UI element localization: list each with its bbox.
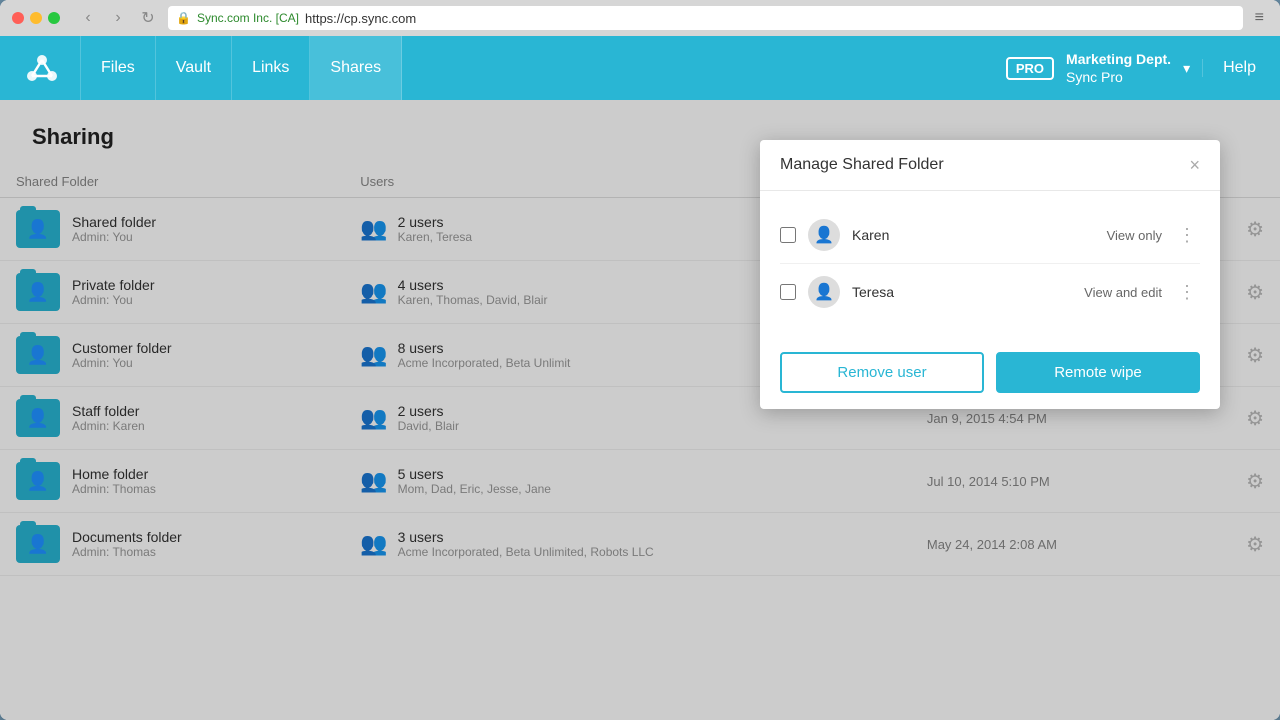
browser-nav: ‹ › ↻ (76, 6, 160, 30)
pro-badge: PRO (1006, 57, 1054, 80)
nav-files[interactable]: Files (80, 36, 156, 100)
app-header: Files Vault Links Shares PRO Marketing D… (0, 36, 1280, 100)
user-more-button-0[interactable]: ⋮ (1174, 225, 1200, 246)
folder-person-icon: 👤 (27, 408, 49, 429)
folder-person-icon: 👤 (27, 534, 49, 555)
manage-folder-modal: Manage Shared Folder × 👤 Karen View only… (760, 140, 1220, 409)
maximize-button[interactable] (48, 12, 60, 24)
modal-overlay: Manage Shared Folder × 👤 Karen View only… (0, 100, 1280, 720)
main-content: Sharing Shared Folder Users 👤 (0, 100, 1280, 720)
modal-title: Manage Shared Folder (780, 156, 944, 174)
user-permission-0: View only (1107, 228, 1162, 243)
back-button[interactable]: ‹ (76, 6, 100, 30)
modal-user-row: 👤 Karen View only ⋮ (780, 207, 1200, 264)
folder-person-icon: 👤 (27, 471, 49, 492)
modal-header: Manage Shared Folder × (760, 140, 1220, 191)
user-checkbox-0[interactable] (780, 227, 796, 243)
browser-window: ‹ › ↻ 🔒 Sync.com Inc. [CA] https://cp.sy… (0, 0, 1280, 720)
user-avatar-1: 👤 (808, 276, 840, 308)
ssl-icon: 🔒 (176, 11, 191, 25)
forward-button[interactable]: › (106, 6, 130, 30)
minimize-button[interactable] (30, 12, 42, 24)
close-button[interactable] (12, 12, 24, 24)
modal-body: 👤 Karen View only ⋮ 👤 Teresa View and ed… (760, 191, 1220, 336)
modal-user-row: 👤 Teresa View and edit ⋮ (780, 264, 1200, 320)
help-link[interactable]: Help (1202, 59, 1256, 77)
address-url: https://cp.sync.com (305, 11, 416, 26)
folder-person-icon: 👤 (27, 345, 49, 366)
account-chevron-icon[interactable]: ▾ (1183, 60, 1190, 77)
nav-vault[interactable]: Vault (156, 36, 232, 100)
browser-menu-button[interactable]: ≡ (1251, 9, 1268, 27)
reload-button[interactable]: ↻ (136, 6, 160, 30)
user-more-button-1[interactable]: ⋮ (1174, 282, 1200, 303)
logo (24, 50, 60, 86)
address-bar[interactable]: 🔒 Sync.com Inc. [CA] https://cp.sync.com (168, 6, 1243, 30)
user-name-0: Karen (852, 227, 1095, 243)
main-nav: Files Vault Links Shares (80, 36, 1006, 100)
folder-person-icon: 👤 (27, 219, 49, 240)
nav-shares[interactable]: Shares (310, 36, 402, 100)
remote-wipe-button[interactable]: Remote wipe (996, 352, 1200, 393)
browser-titlebar: ‹ › ↻ 🔒 Sync.com Inc. [CA] https://cp.sy… (0, 0, 1280, 36)
header-right: PRO Marketing Dept. Sync Pro ▾ Help (1006, 50, 1256, 86)
traffic-lights (12, 12, 60, 24)
logo-icon (24, 50, 60, 86)
account-info: Marketing Dept. Sync Pro (1066, 50, 1171, 86)
remove-user-button[interactable]: Remove user (780, 352, 984, 393)
user-name-1: Teresa (852, 284, 1072, 300)
modal-close-button[interactable]: × (1189, 156, 1200, 174)
user-permission-1: View and edit (1084, 285, 1162, 300)
account-plan: Sync Pro (1066, 68, 1171, 86)
nav-links[interactable]: Links (232, 36, 310, 100)
folder-person-icon: 👤 (27, 282, 49, 303)
user-checkbox-1[interactable] (780, 284, 796, 300)
ssl-org: Sync.com Inc. [CA] (197, 11, 299, 25)
modal-users-list: 👤 Karen View only ⋮ 👤 Teresa View and ed… (780, 207, 1200, 320)
account-name: Marketing Dept. (1066, 50, 1171, 68)
modal-footer: Remove user Remote wipe (760, 336, 1220, 409)
user-avatar-0: 👤 (808, 219, 840, 251)
